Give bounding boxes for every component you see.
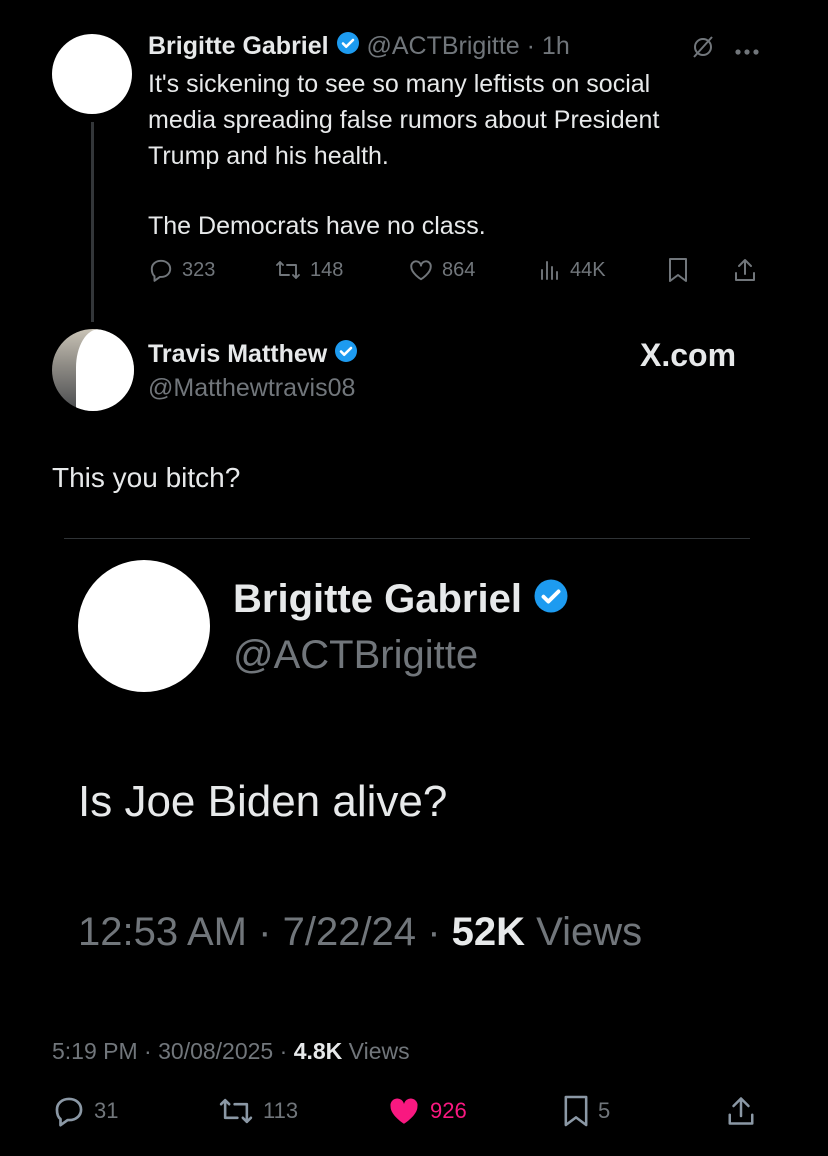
repost-button[interactable]: 113 bbox=[217, 1094, 298, 1128]
separator-dot: · bbox=[427, 910, 441, 954]
avatar[interactable] bbox=[52, 34, 132, 114]
tweet-time[interactable]: 5:19 PM bbox=[52, 1038, 138, 1064]
more-horizontal-icon[interactable] bbox=[734, 43, 760, 61]
analytics-icon bbox=[541, 261, 558, 280]
tweet-text: It's sickening to see so many leftists o… bbox=[148, 66, 659, 244]
embedded-views-count: 52K bbox=[451, 910, 526, 954]
share-icon[interactable] bbox=[726, 1094, 756, 1133]
embedded-date: 7/22/24 bbox=[282, 910, 417, 954]
share-icon[interactable] bbox=[733, 257, 757, 288]
author-name: Brigitte Gabriel bbox=[233, 577, 522, 621]
separator-dot: · bbox=[144, 1038, 152, 1064]
embedded-meta: 12:53 AM · 7/22/24 · 52K Views bbox=[78, 908, 642, 956]
tweet-time[interactable]: 1h bbox=[542, 32, 570, 60]
author-name[interactable]: Travis Matthew bbox=[148, 340, 327, 368]
embedded-views-label: Views bbox=[536, 910, 643, 954]
avatar-redaction bbox=[76, 329, 134, 411]
reply-header: Travis Matthew bbox=[148, 338, 358, 371]
avatar bbox=[78, 560, 210, 692]
like-count: 864 bbox=[442, 258, 476, 281]
verified-badge-icon bbox=[533, 577, 569, 625]
like-button[interactable]: 926 bbox=[386, 1094, 467, 1128]
tweet-text-line: It's sickening to see so many leftists o… bbox=[148, 70, 651, 98]
views-label: Views bbox=[348, 1038, 410, 1064]
like-count: 926 bbox=[430, 1098, 467, 1123]
reply-icon bbox=[55, 1097, 83, 1127]
separator-dot: · bbox=[279, 1038, 288, 1064]
repost-icon bbox=[219, 1098, 253, 1124]
tweet-header: Brigitte Gabriel @ACTBrigitte · 1h bbox=[148, 30, 570, 63]
embedded-tweet-text: Is Joe Biden alive? bbox=[78, 777, 448, 826]
reply-count: 31 bbox=[94, 1098, 119, 1123]
author-handle: @ACTBrigitte bbox=[233, 633, 479, 677]
reply-icon bbox=[150, 259, 172, 282]
thread-line bbox=[91, 122, 94, 322]
repost-icon bbox=[276, 261, 300, 279]
grok-icon[interactable] bbox=[690, 34, 716, 65]
reply-button[interactable]: 31 bbox=[52, 1094, 118, 1128]
avatar[interactable] bbox=[52, 329, 134, 411]
verified-badge-icon bbox=[336, 31, 360, 63]
separator-dot: · bbox=[258, 910, 272, 954]
views-count[interactable]: 4.8K bbox=[294, 1038, 343, 1064]
tweet-text-line: media spreading false rumors about Presi… bbox=[148, 106, 660, 134]
views-count: 44K bbox=[570, 258, 606, 281]
author-handle[interactable]: @Matthewtravis08 bbox=[148, 372, 355, 404]
repost-count: 148 bbox=[310, 258, 344, 281]
repost-button[interactable]: 148 bbox=[274, 257, 343, 283]
brand-watermark: X.com bbox=[640, 337, 737, 373]
heart-icon bbox=[410, 260, 432, 281]
bookmark-icon[interactable] bbox=[667, 257, 689, 288]
author-handle[interactable]: @ACTBrigitte bbox=[367, 32, 520, 60]
bookmark-icon bbox=[564, 1095, 588, 1127]
bookmark-count: 5 bbox=[598, 1098, 611, 1123]
bookmark-button[interactable]: 5 bbox=[562, 1094, 610, 1128]
tweet-date[interactable]: 30/08/2025 bbox=[158, 1038, 273, 1064]
tweet-text-line: The Democrats have no class. bbox=[148, 212, 486, 240]
divider bbox=[64, 538, 750, 539]
heart-filled-icon bbox=[390, 1098, 418, 1124]
reply-button[interactable]: 323 bbox=[148, 257, 215, 283]
reply-count: 323 bbox=[182, 258, 216, 281]
views-button[interactable]: 44K bbox=[538, 257, 606, 283]
verified-badge-icon bbox=[334, 339, 358, 371]
embedded-header: Brigitte Gabriel bbox=[233, 575, 569, 625]
tweet-meta: 5:19 PM · 30/08/2025 · 4.8K Views bbox=[52, 1036, 410, 1066]
tweet-text-line: Trump and his health. bbox=[148, 142, 389, 170]
reply-text: This you bitch? bbox=[52, 462, 241, 493]
repost-count: 113 bbox=[263, 1098, 299, 1123]
separator-dot: · bbox=[526, 32, 535, 60]
author-name[interactable]: Brigitte Gabriel bbox=[148, 32, 329, 60]
like-button[interactable]: 864 bbox=[408, 257, 475, 283]
embedded-time: 12:53 AM bbox=[78, 910, 248, 954]
